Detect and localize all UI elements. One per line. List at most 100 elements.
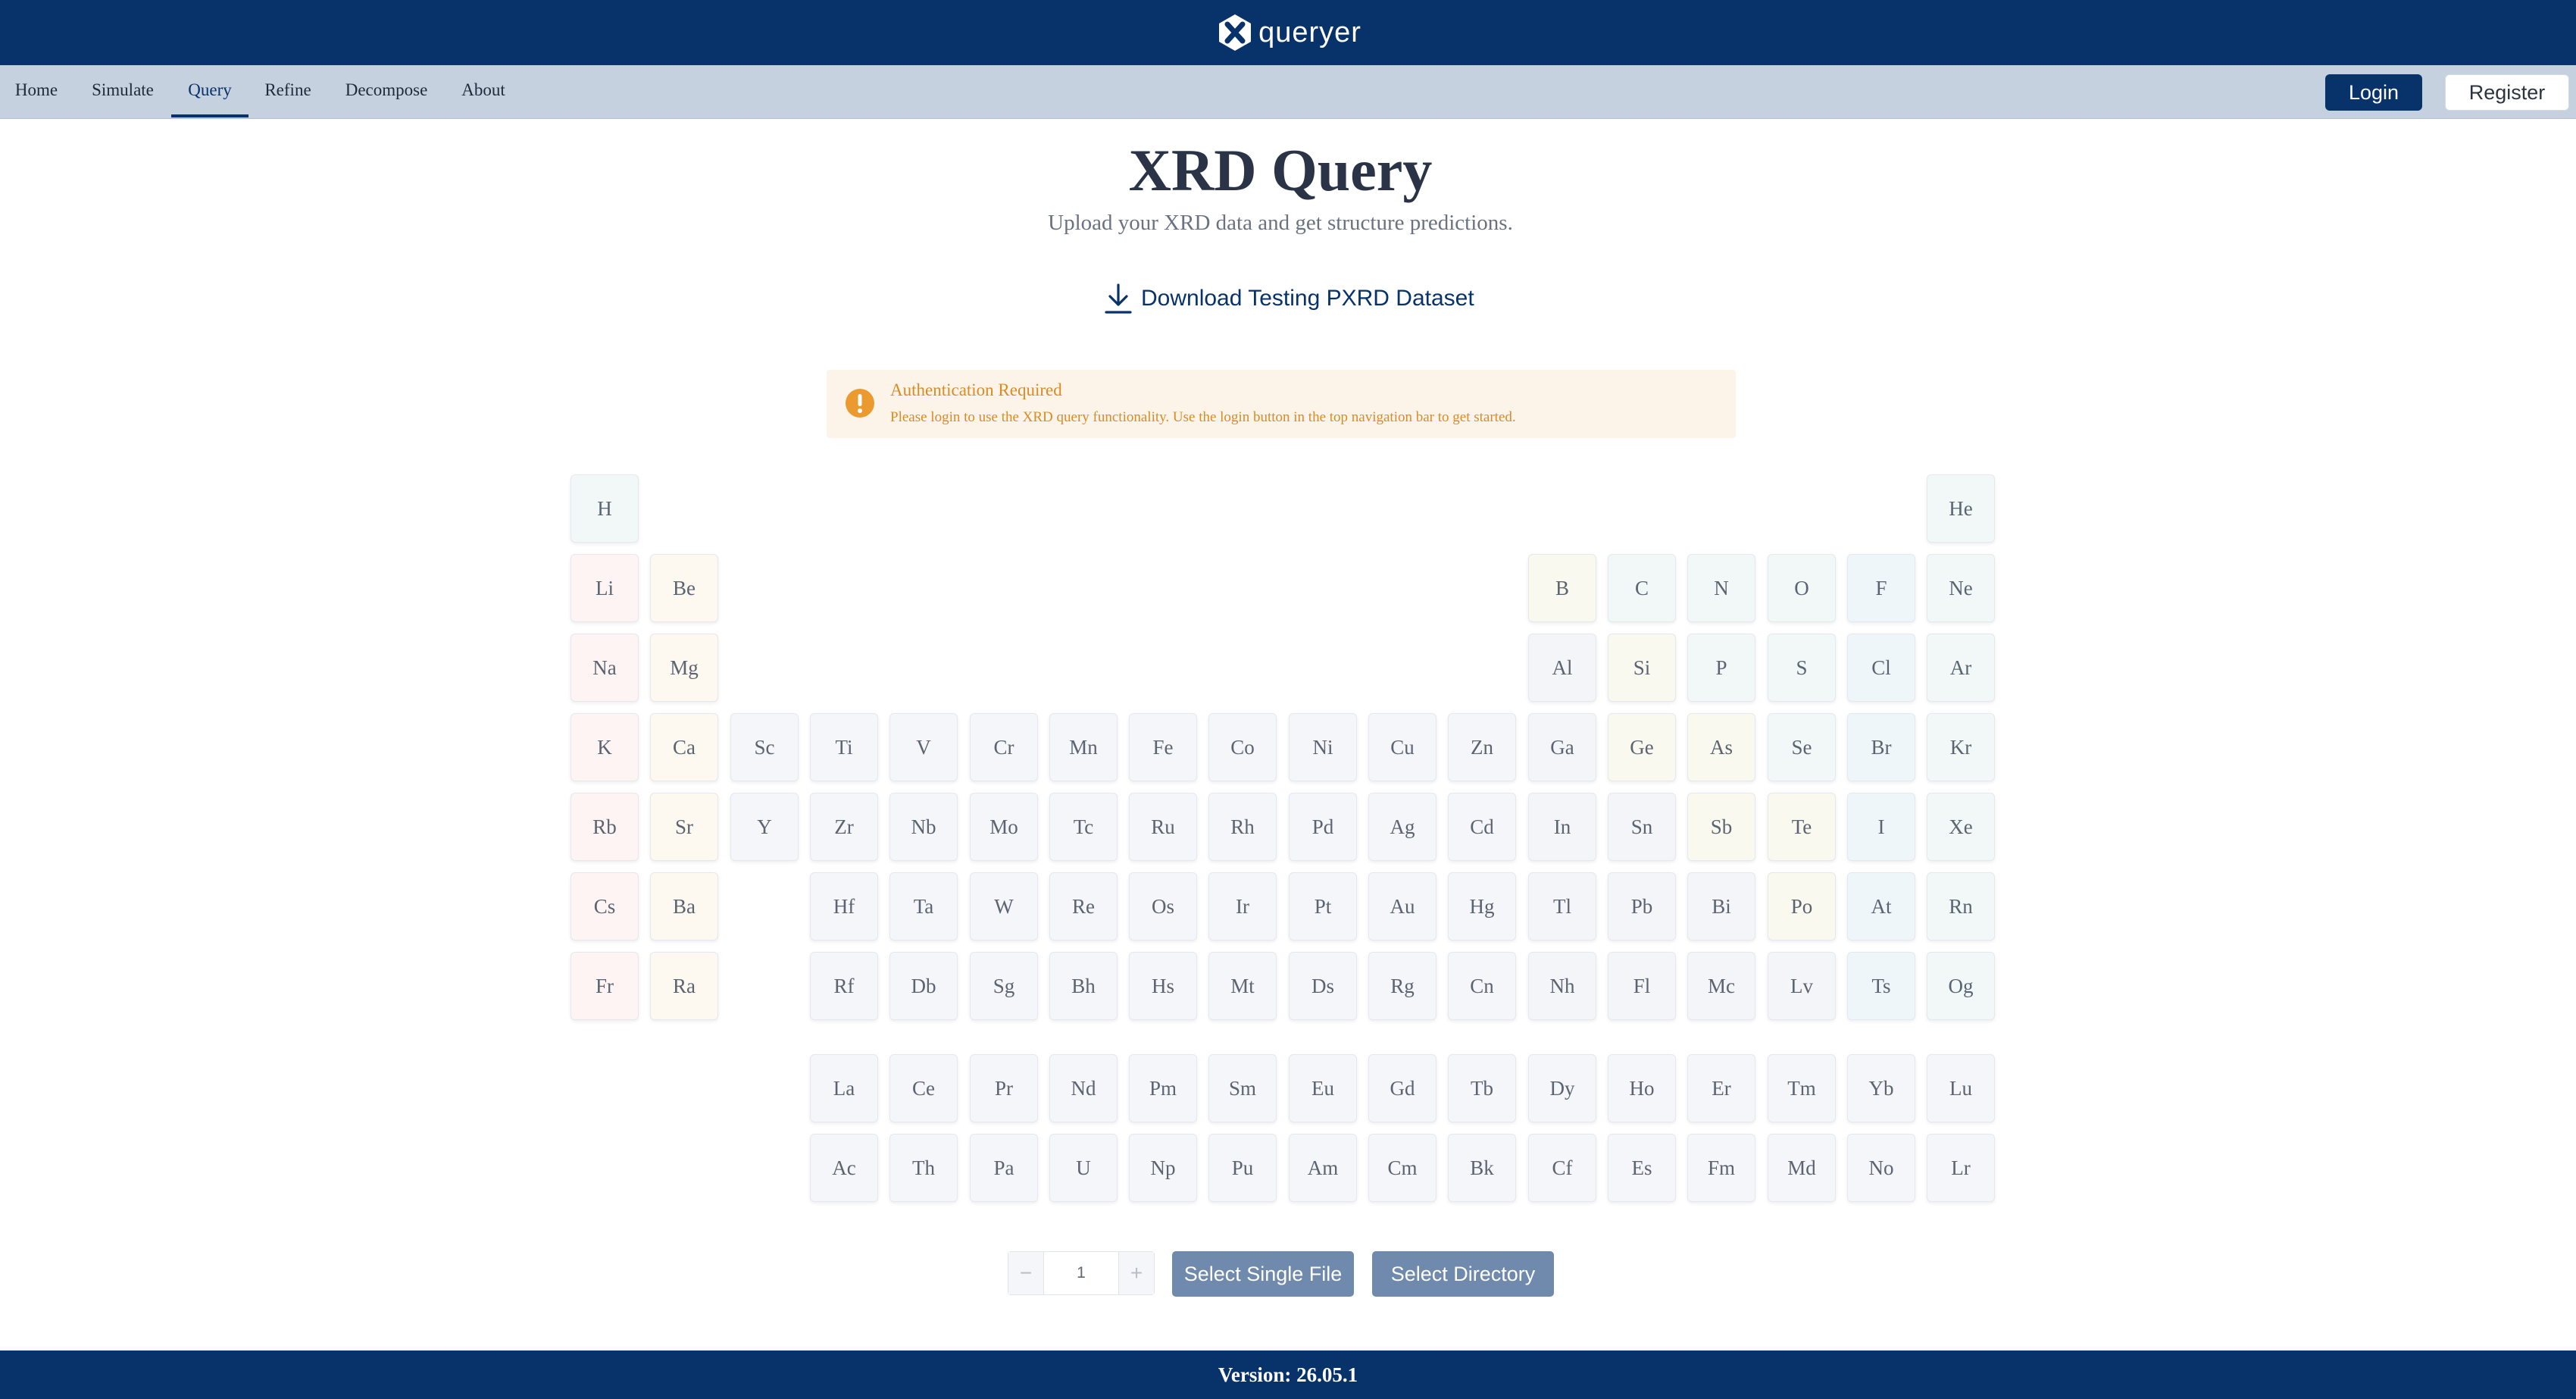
- element-mo[interactable]: Mo: [970, 793, 1038, 861]
- element-ta[interactable]: Ta: [889, 872, 958, 940]
- element-fr[interactable]: Fr: [571, 952, 639, 1020]
- select-directory-button[interactable]: Select Directory: [1372, 1251, 1554, 1297]
- element-ag[interactable]: Ag: [1368, 793, 1436, 861]
- element-fl[interactable]: Fl: [1608, 952, 1676, 1020]
- element-ru[interactable]: Ru: [1129, 793, 1197, 861]
- element-tb[interactable]: Tb: [1448, 1054, 1516, 1122]
- element-ni[interactable]: Ni: [1289, 713, 1357, 781]
- element-lr[interactable]: Lr: [1927, 1134, 1995, 1202]
- element-tl[interactable]: Tl: [1528, 872, 1596, 940]
- element-i[interactable]: I: [1847, 793, 1915, 861]
- element-h[interactable]: H: [571, 474, 639, 543]
- element-pa[interactable]: Pa: [970, 1134, 1038, 1202]
- element-co[interactable]: Co: [1208, 713, 1277, 781]
- nav-query[interactable]: Query: [171, 65, 249, 118]
- element-th[interactable]: Th: [889, 1134, 958, 1202]
- element-bk[interactable]: Bk: [1448, 1134, 1516, 1202]
- element-as[interactable]: As: [1687, 713, 1755, 781]
- nav-decompose[interactable]: Decompose: [338, 65, 435, 118]
- element-ce[interactable]: Ce: [889, 1054, 958, 1122]
- element-nh[interactable]: Nh: [1528, 952, 1596, 1020]
- element-ir[interactable]: Ir: [1208, 872, 1277, 940]
- element-sc[interactable]: Sc: [730, 713, 799, 781]
- brand[interactable]: queryer: [1215, 12, 1361, 53]
- element-mc[interactable]: Mc: [1687, 952, 1755, 1020]
- element-os[interactable]: Os: [1129, 872, 1197, 940]
- element-p[interactable]: P: [1687, 634, 1755, 702]
- element-kr[interactable]: Kr: [1927, 713, 1995, 781]
- element-cs[interactable]: Cs: [571, 872, 639, 940]
- element-nb[interactable]: Nb: [889, 793, 958, 861]
- element-te[interactable]: Te: [1768, 793, 1836, 861]
- element-u[interactable]: U: [1049, 1134, 1118, 1202]
- element-cl[interactable]: Cl: [1847, 634, 1915, 702]
- element-rb[interactable]: Rb: [571, 793, 639, 861]
- element-ga[interactable]: Ga: [1528, 713, 1596, 781]
- element-at[interactable]: At: [1847, 872, 1915, 940]
- element-hs[interactable]: Hs: [1129, 952, 1197, 1020]
- count-input[interactable]: [1044, 1252, 1118, 1294]
- element-se[interactable]: Se: [1768, 713, 1836, 781]
- element-yb[interactable]: Yb: [1847, 1054, 1915, 1122]
- nav-about[interactable]: About: [453, 65, 514, 118]
- element-zr[interactable]: Zr: [810, 793, 878, 861]
- element-pm[interactable]: Pm: [1129, 1054, 1197, 1122]
- element-db[interactable]: Db: [889, 952, 958, 1020]
- element-rg[interactable]: Rg: [1368, 952, 1436, 1020]
- login-button[interactable]: Login: [2325, 74, 2422, 111]
- element-lu[interactable]: Lu: [1927, 1054, 1995, 1122]
- element-b[interactable]: B: [1528, 554, 1596, 622]
- element-ti[interactable]: Ti: [810, 713, 878, 781]
- element-lv[interactable]: Lv: [1768, 952, 1836, 1020]
- element-hf[interactable]: Hf: [810, 872, 878, 940]
- element-f[interactable]: F: [1847, 554, 1915, 622]
- increment-button[interactable]: +: [1118, 1252, 1154, 1294]
- element-sn[interactable]: Sn: [1608, 793, 1676, 861]
- element-ge[interactable]: Ge: [1608, 713, 1676, 781]
- element-si[interactable]: Si: [1608, 634, 1676, 702]
- element-cr[interactable]: Cr: [970, 713, 1038, 781]
- element-ho[interactable]: Ho: [1608, 1054, 1676, 1122]
- nav-simulate[interactable]: Simulate: [85, 65, 161, 118]
- element-v[interactable]: V: [889, 713, 958, 781]
- element-tc[interactable]: Tc: [1049, 793, 1118, 861]
- element-pd[interactable]: Pd: [1289, 793, 1357, 861]
- element-y[interactable]: Y: [730, 793, 799, 861]
- element-mt[interactable]: Mt: [1208, 952, 1277, 1020]
- nav-refine[interactable]: Refine: [258, 65, 318, 118]
- element-he[interactable]: He: [1927, 474, 1995, 543]
- element-tm[interactable]: Tm: [1768, 1054, 1836, 1122]
- element-po[interactable]: Po: [1768, 872, 1836, 940]
- element-mg[interactable]: Mg: [650, 634, 718, 702]
- element-na[interactable]: Na: [571, 634, 639, 702]
- element-o[interactable]: O: [1768, 554, 1836, 622]
- element-cd[interactable]: Cd: [1448, 793, 1516, 861]
- element-ba[interactable]: Ba: [650, 872, 718, 940]
- element-fe[interactable]: Fe: [1129, 713, 1197, 781]
- select-single-file-button[interactable]: Select Single File: [1172, 1251, 1354, 1297]
- element-cu[interactable]: Cu: [1368, 713, 1436, 781]
- element-sr[interactable]: Sr: [650, 793, 718, 861]
- element-ne[interactable]: Ne: [1927, 554, 1995, 622]
- element-eu[interactable]: Eu: [1289, 1054, 1357, 1122]
- decrement-button[interactable]: −: [1008, 1252, 1044, 1294]
- element-be[interactable]: Be: [650, 554, 718, 622]
- element-br[interactable]: Br: [1847, 713, 1915, 781]
- element-re[interactable]: Re: [1049, 872, 1118, 940]
- element-og[interactable]: Og: [1927, 952, 1995, 1020]
- element-er[interactable]: Er: [1687, 1054, 1755, 1122]
- element-pt[interactable]: Pt: [1289, 872, 1357, 940]
- element-al[interactable]: Al: [1528, 634, 1596, 702]
- element-cf[interactable]: Cf: [1528, 1134, 1596, 1202]
- element-rh[interactable]: Rh: [1208, 793, 1277, 861]
- element-au[interactable]: Au: [1368, 872, 1436, 940]
- element-no[interactable]: No: [1847, 1134, 1915, 1202]
- element-am[interactable]: Am: [1289, 1134, 1357, 1202]
- element-mn[interactable]: Mn: [1049, 713, 1118, 781]
- element-la[interactable]: La: [810, 1054, 878, 1122]
- element-nd[interactable]: Nd: [1049, 1054, 1118, 1122]
- element-zn[interactable]: Zn: [1448, 713, 1516, 781]
- element-cn[interactable]: Cn: [1448, 952, 1516, 1020]
- element-pb[interactable]: Pb: [1608, 872, 1676, 940]
- element-md[interactable]: Md: [1768, 1134, 1836, 1202]
